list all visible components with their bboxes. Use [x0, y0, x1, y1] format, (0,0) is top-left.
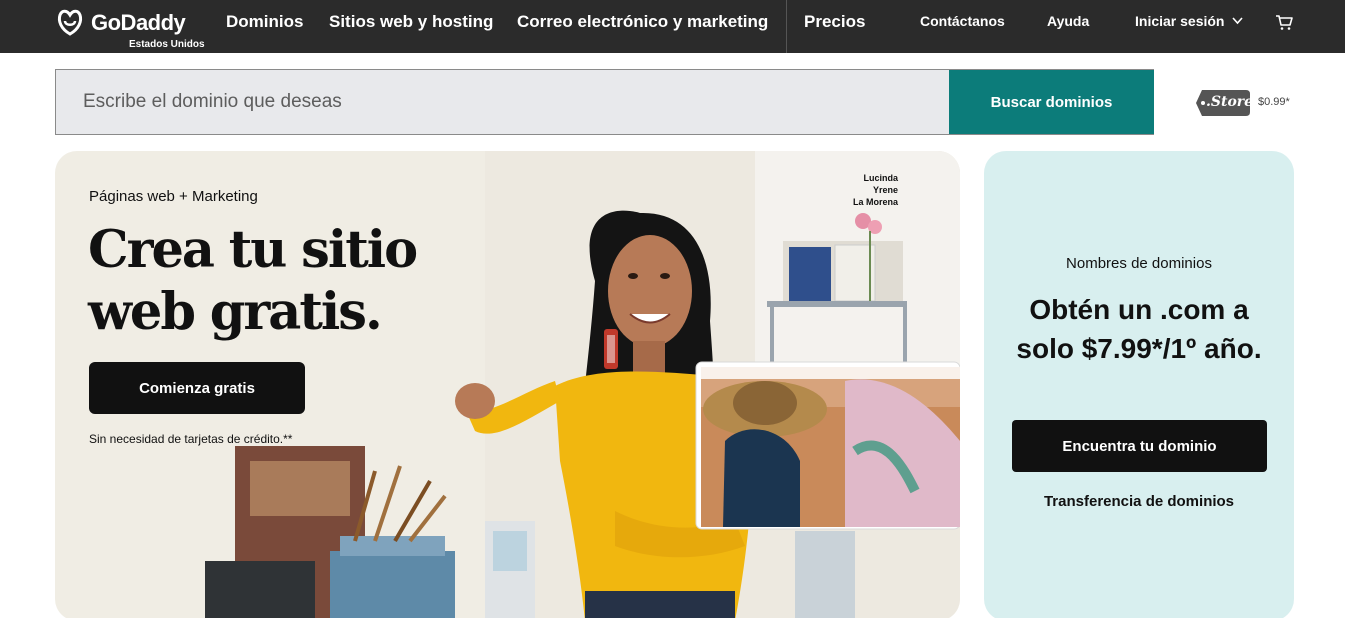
- region-label: Estados Unidos: [129, 39, 205, 50]
- find-domain-button[interactable]: Encuentra tu dominio: [1012, 420, 1267, 472]
- top-navigation-bar: GoDaddy Estados Unidos Dominios Sitios w…: [0, 0, 1345, 53]
- chevron-down-icon: [1232, 17, 1243, 25]
- hero-kicker: Páginas web + Marketing: [89, 188, 258, 205]
- contact-link[interactable]: Contáctanos: [920, 13, 1005, 29]
- promo-tld: .Store: [1206, 94, 1254, 110]
- promo-price: $0.99*: [1258, 96, 1290, 108]
- domain-offer-card: Nombres de dominios Obtén un .com a solo…: [984, 151, 1294, 618]
- hero-disclaimer: Sin necesidad de tarjetas de crédito.**: [89, 432, 293, 446]
- brand-name: GoDaddy: [91, 10, 186, 35]
- nav-link-sitios-web[interactable]: Sitios web y hosting: [329, 12, 493, 32]
- artist-name: Lucinda Yrene: [863, 173, 898, 195]
- nav-link-precios[interactable]: Precios: [804, 12, 865, 32]
- nav-divider: [786, 0, 787, 53]
- godaddy-logo-icon: [57, 9, 83, 36]
- store-promo[interactable]: .Store $0.99*: [1196, 90, 1306, 116]
- search-domains-button[interactable]: Buscar dominios: [949, 70, 1154, 134]
- domain-transfer-link[interactable]: Transferencia de dominios: [984, 493, 1294, 510]
- website-builder-hero: Lucinda Yrene La Morena Páginas web + Ma…: [55, 151, 960, 618]
- artist-brand: La Morena: [852, 197, 898, 207]
- help-link[interactable]: Ayuda: [1047, 13, 1089, 29]
- domain-card-kicker: Nombres de dominios: [1066, 255, 1212, 272]
- artist-signature: Lucinda Yrene La Morena: [838, 172, 898, 208]
- domain-card-title: Obtén un .com a solo $7.99*/1º año.: [1016, 294, 1262, 364]
- hero-title: Crea tu sitio web gratis.: [88, 220, 418, 342]
- start-free-button[interactable]: Comienza gratis: [89, 362, 305, 414]
- cart-icon[interactable]: [1274, 12, 1294, 32]
- nav-link-correo-marketing[interactable]: Correo electrónico y marketing: [517, 12, 768, 32]
- godaddy-logo[interactable]: GoDaddy Estados Unidos: [55, 7, 205, 50]
- signin-menu[interactable]: Iniciar sesión: [1135, 13, 1244, 29]
- signin-label: Iniciar sesión: [1135, 13, 1225, 29]
- nav-link-dominios[interactable]: Dominios: [226, 12, 303, 32]
- domain-search-input[interactable]: [56, 70, 949, 134]
- domain-search-bar: Buscar dominios: [55, 69, 1154, 135]
